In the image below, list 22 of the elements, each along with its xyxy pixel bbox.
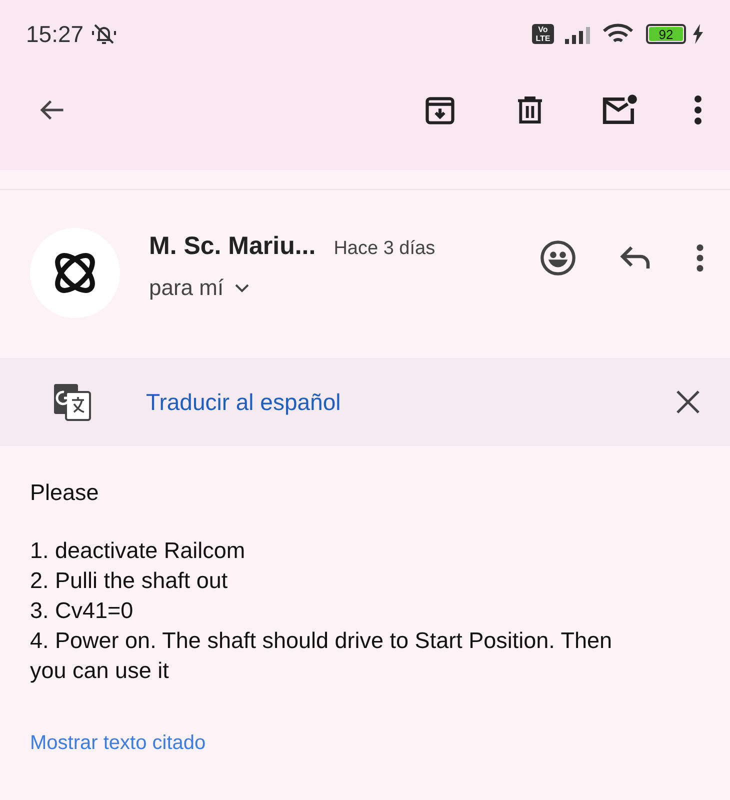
muted-bell-icon (90, 22, 118, 46)
translate-icon (52, 382, 92, 422)
instruction-line: 2. Pulli the shaft out (30, 567, 229, 595)
instruction-line: 4. Power on. The shaft should drive to Start Position. Then you can use it (30, 627, 614, 685)
show-quoted-text-link[interactable]: Mostrar texto citado (30, 728, 206, 758)
close-icon (674, 388, 702, 416)
volte-badge: Vo LTE (532, 24, 554, 44)
charging-bolt-icon (692, 24, 704, 44)
clock-time: 15:27 (26, 20, 84, 48)
chevron-down-icon (234, 283, 250, 293)
more-icon (695, 243, 705, 273)
battery-icon: 92 (646, 24, 686, 44)
translate-link[interactable]: Traducir al español (146, 388, 341, 416)
more-icon (693, 94, 703, 126)
wifi-icon (602, 23, 634, 45)
sender-name: M. Sc. Mariu... (149, 232, 316, 261)
instruction-line: 1. deactivate Railcom (30, 537, 246, 565)
greeting-text: Please (30, 479, 100, 507)
message-time: Hace 3 días (334, 238, 436, 260)
unread-mail-icon (600, 93, 640, 127)
recipient-dropdown[interactable]: para mí (149, 275, 436, 301)
instruction-line: 3. Cv41=0 (30, 597, 134, 625)
